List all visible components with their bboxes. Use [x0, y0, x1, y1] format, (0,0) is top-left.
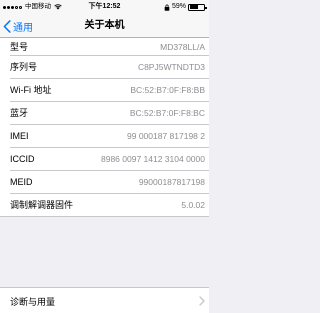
list-item-imei: IMEI 99 000187 817198 2 [0, 124, 209, 147]
row-label: MEID [10, 176, 33, 187]
rotation-lock-icon [164, 4, 170, 11]
diagnostics-group: 诊断与用量 [0, 287, 209, 313]
row-label: 诊断与用量 [10, 296, 56, 307]
row-value: C8PJ5WTNDTD3 [137, 61, 205, 72]
list-item-iccid: ICCID 8986 0097 1412 3104 0000 [0, 147, 209, 170]
row-value: 8986 0097 1412 3104 0000 [101, 153, 205, 164]
list-item-wifi-address: Wi-Fi 地址 BC:52:B7:0F:F8:BB [0, 78, 209, 101]
list-item-modem-firmware: 调制解调器固件 5.0.02 [0, 193, 209, 216]
list-item-diagnostics-usage[interactable]: 诊断与用量 [0, 288, 209, 313]
row-label: ICCID [10, 153, 35, 164]
row-value: BC:52:B7:0F:F8:BC [129, 107, 205, 118]
status-right: 59% [164, 0, 207, 14]
row-value: MD378LL/A [160, 41, 205, 52]
row-value: 99 000187 817198 2 [127, 130, 205, 141]
row-value: BC:52:B7:0F:F8:BB [130, 84, 205, 95]
navigation-bar: 通用 关于本机 [0, 14, 209, 38]
row-label: IMEI [10, 130, 29, 141]
list-item-bluetooth: 蓝牙 BC:52:B7:0F:F8:BC [0, 101, 209, 124]
list-item-serial-number: 序列号 C8PJ5WTNDTD3 [0, 55, 209, 78]
list-item-meid: MEID 99000187817198 [0, 170, 209, 193]
battery-fill [189, 5, 198, 9]
chevron-left-icon [3, 19, 11, 33]
back-button-label: 通用 [13, 22, 33, 34]
row-value: 5.0.02 [181, 199, 205, 210]
row-label: 型号 [10, 42, 29, 52]
list-item-model: 型号 MD378LL/A [0, 38, 209, 55]
row-label: 调制解调器固件 [10, 200, 74, 210]
status-bar: 中国移动 下午12:52 59% [0, 0, 209, 14]
row-label: Wi-Fi 地址 [10, 85, 52, 95]
chevron-right-icon [199, 296, 205, 306]
about-info-list: 型号 MD378LL/A 序列号 C8PJ5WTNDTD3 Wi-Fi 地址 B… [0, 38, 209, 217]
back-button[interactable]: 通用 [3, 14, 33, 38]
battery-icon [188, 3, 207, 11]
row-label: 蓝牙 [10, 108, 29, 118]
battery-percent: 59% [171, 3, 186, 10]
row-label: 序列号 [10, 62, 38, 72]
row-value: 99000187817198 [138, 176, 205, 187]
